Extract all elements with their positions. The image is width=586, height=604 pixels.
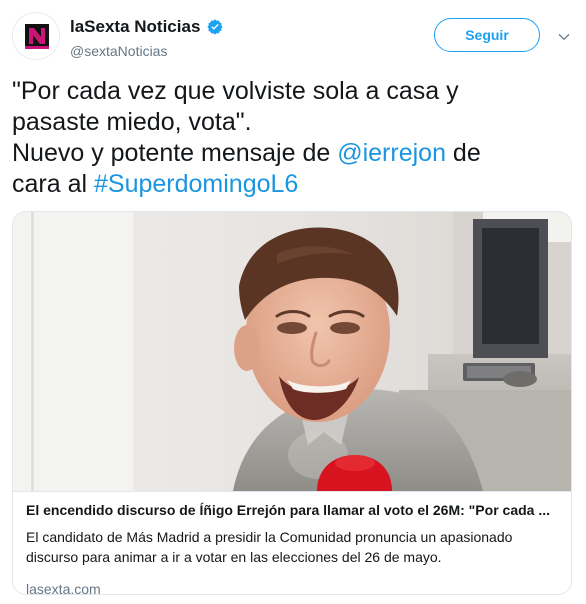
link-card[interactable]: El encendido discurso de Íñigo Errejón p… bbox=[12, 211, 572, 595]
avatar[interactable] bbox=[12, 12, 60, 60]
tweet-text-line-3-suffix: de bbox=[445, 139, 481, 167]
lasexta-logo-icon bbox=[13, 13, 59, 59]
mention-link[interactable]: @ierrejon bbox=[337, 139, 446, 167]
account-handle[interactable]: @sextaNoticias bbox=[70, 42, 420, 60]
chevron-down-icon[interactable] bbox=[557, 30, 571, 44]
tweet-text-line-3: Nuevo y potente mensaje de @ierrejon de bbox=[12, 138, 572, 169]
card-body[interactable]: El encendido discurso de Íñigo Errejón p… bbox=[26, 500, 559, 594]
tweet-header: laSexta Noticias @sextaNoticias Seguir bbox=[12, 12, 574, 62]
card-image[interactable] bbox=[13, 212, 571, 491]
card-description[interactable]: El candidato de Más Madrid a presidir la… bbox=[26, 527, 559, 567]
card-title[interactable]: El encendido discurso de Íñigo Errejón p… bbox=[26, 500, 559, 520]
tweet-text-line-2: pasaste miedo, vota". bbox=[12, 108, 252, 136]
hashtag-link[interactable]: #SuperdomingoL6 bbox=[94, 170, 298, 198]
account-info: laSexta Noticias @sextaNoticias bbox=[70, 16, 420, 60]
tweet-text-line-1: "Por cada vez que volviste sola a casa y bbox=[12, 77, 459, 105]
tweet: laSexta Noticias @sextaNoticias Seguir "… bbox=[0, 0, 586, 604]
follow-button[interactable]: Seguir bbox=[434, 18, 540, 52]
display-name[interactable]: laSexta Noticias bbox=[70, 16, 200, 38]
card-divider bbox=[13, 491, 571, 492]
tweet-text-line-4-prefix: cara al bbox=[12, 170, 94, 198]
tweet-text-line-4: cara al #SuperdomingoL6 bbox=[12, 169, 572, 200]
verified-icon bbox=[206, 18, 224, 36]
display-name-row: laSexta Noticias bbox=[70, 16, 420, 38]
tweet-text: "Por cada vez que volviste sola a casa y… bbox=[12, 76, 572, 200]
card-domain[interactable]: lasexta.com bbox=[26, 580, 559, 594]
tweet-text-line-3-prefix: Nuevo y potente mensaje de bbox=[12, 139, 338, 167]
